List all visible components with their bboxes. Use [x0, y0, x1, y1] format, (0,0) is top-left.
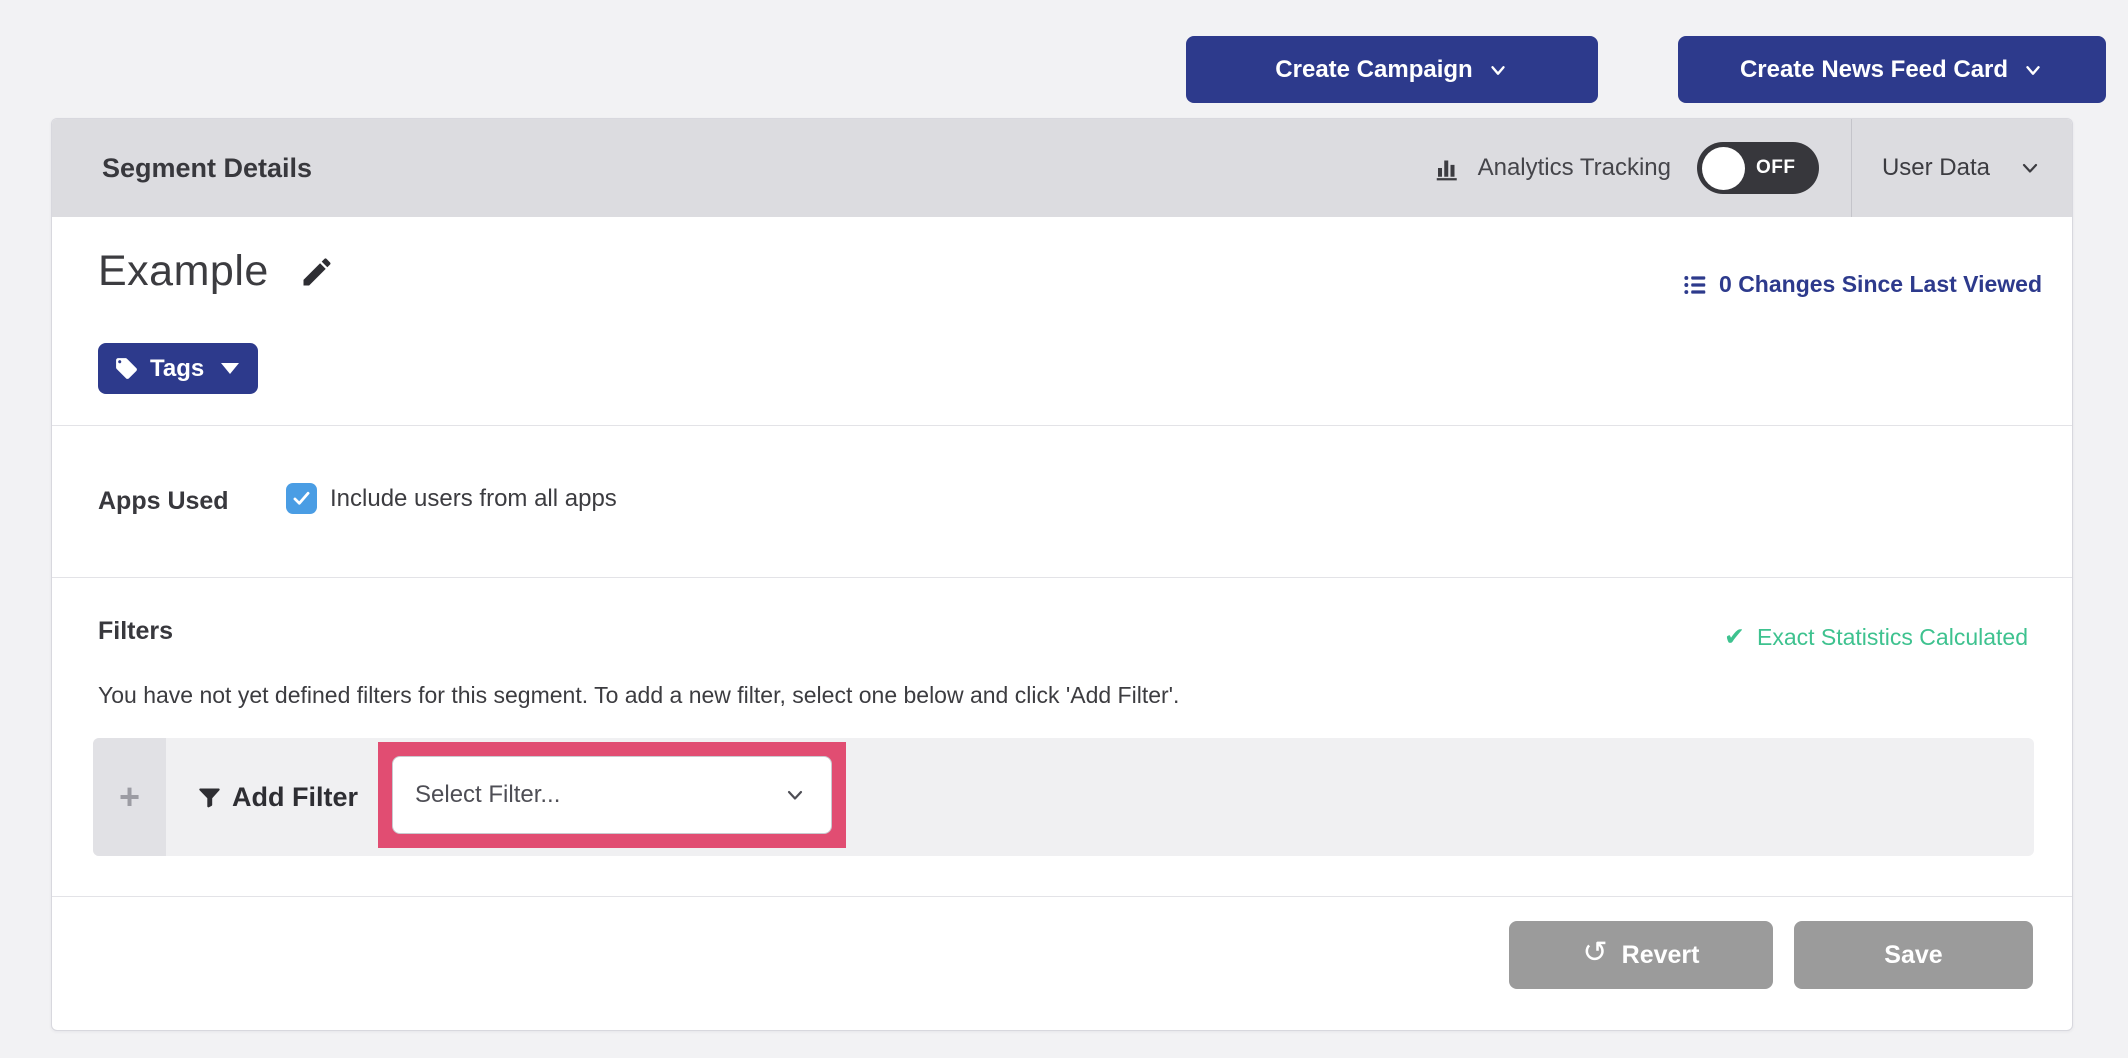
include-all-apps-label: Include users from all apps	[330, 485, 617, 513]
analytics-tracking-group: Analytics Tracking	[1433, 153, 1671, 183]
exact-statistics-label: Exact Statistics Calculated	[1757, 624, 2028, 651]
select-filter-dropdown[interactable]: Select Filter...	[392, 756, 832, 834]
save-button[interactable]: Save	[1794, 921, 2033, 989]
plus-icon: +	[119, 776, 140, 818]
edit-pencil-icon[interactable]	[299, 254, 335, 290]
filter-funnel-icon	[196, 784, 223, 811]
toggle-state-label: OFF	[1756, 157, 1796, 179]
section-divider	[52, 577, 2072, 578]
bar-chart-icon	[1433, 153, 1463, 183]
segment-name: Example	[98, 247, 269, 296]
toggle-knob	[1702, 147, 1745, 190]
check-icon: ✔	[1724, 625, 1745, 650]
top-action-bar: Create Campaign Create News Feed Card	[1186, 36, 2106, 103]
chevron-down-icon	[783, 783, 807, 807]
user-data-dropdown[interactable]: User Data	[1852, 119, 2072, 217]
filters-empty-message: You have not yet defined filters for thi…	[98, 682, 1179, 709]
segment-details-card: Segment Details Analytics Tracking OFF	[51, 118, 2073, 1031]
revert-button-label: Revert	[1622, 941, 1700, 970]
add-filter-label: Add Filter	[232, 782, 358, 813]
save-button-label: Save	[1884, 941, 1942, 970]
create-news-feed-card-button[interactable]: Create News Feed Card	[1678, 36, 2106, 103]
add-filter-row: + Add Filter Select Filter...	[93, 738, 2034, 856]
chevron-down-icon	[2018, 156, 2042, 180]
checkbox-checked-icon[interactable]	[286, 483, 317, 514]
add-row-button[interactable]: +	[93, 738, 166, 856]
changes-link-label: 0 Changes Since Last Viewed	[1719, 271, 2042, 298]
card-header: Segment Details Analytics Tracking OFF	[52, 119, 2072, 217]
apps-used-label: Apps Used	[98, 487, 229, 516]
select-filter-placeholder: Select Filter...	[415, 781, 560, 809]
page-title: Segment Details	[102, 153, 312, 184]
highlight-annotation-box: Select Filter...	[378, 742, 846, 848]
tag-icon	[114, 356, 139, 381]
section-divider	[52, 896, 2072, 897]
tags-button[interactable]: Tags	[98, 343, 258, 394]
create-campaign-button[interactable]: Create Campaign	[1186, 36, 1598, 103]
segment-name-row: Example	[98, 247, 335, 296]
card-header-right: Analytics Tracking OFF User Data	[1433, 119, 2072, 217]
analytics-tracking-label: Analytics Tracking	[1478, 154, 1671, 182]
chevron-down-icon	[1487, 59, 1509, 81]
tags-button-label: Tags	[150, 355, 204, 383]
chevron-down-icon	[2022, 59, 2044, 81]
analytics-tracking-toggle[interactable]: OFF	[1697, 142, 1819, 194]
revert-button[interactable]: ↺ Revert	[1509, 921, 1773, 989]
filters-heading: Filters	[98, 617, 173, 646]
add-filter-action[interactable]: Add Filter	[196, 738, 358, 856]
list-icon	[1682, 272, 1708, 298]
user-data-label: User Data	[1882, 154, 1990, 182]
caret-down-icon	[221, 363, 239, 374]
include-all-apps-checkbox[interactable]: Include users from all apps	[286, 483, 617, 514]
segment-details-screen: Create Campaign Create News Feed Card Se…	[0, 0, 2128, 1058]
create-campaign-label: Create Campaign	[1275, 56, 1472, 84]
revert-icon: ↺	[1583, 938, 1608, 968]
changes-since-last-viewed-link[interactable]: 0 Changes Since Last Viewed	[1682, 271, 2042, 298]
exact-statistics-status: ✔ Exact Statistics Calculated	[1724, 624, 2028, 651]
create-news-feed-card-label: Create News Feed Card	[1740, 56, 2008, 84]
section-divider	[52, 425, 2072, 426]
